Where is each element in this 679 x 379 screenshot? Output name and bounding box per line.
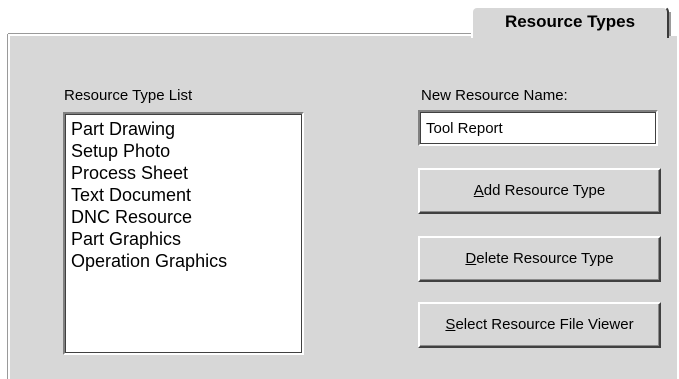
viewer-mnemonic: S [445, 316, 456, 333]
list-item[interactable]: Text Document [71, 184, 302, 206]
delete-label-rest: elete Resource Type [476, 250, 614, 267]
resource-type-items: Part Drawing Setup Photo Process Sheet Text… [65, 114, 302, 272]
resource-type-listbox[interactable]: Part Drawing Setup Photo Process Sheet Text… [63, 112, 304, 355]
add-mnemonic: A [473, 182, 484, 199]
new-resource-name-input[interactable] [418, 110, 658, 146]
delete-mnemonic: D [465, 250, 477, 267]
list-item[interactable]: Part Graphics [71, 228, 302, 250]
list-item[interactable]: Process Sheet [71, 162, 302, 184]
resource-types-dialog: Resource Types Resource Type List New Re… [0, 0, 679, 379]
tab-resource-types[interactable]: Resource Types [471, 6, 669, 38]
list-item[interactable]: Part Drawing [71, 118, 302, 140]
list-item[interactable]: Setup Photo [71, 140, 302, 162]
new-resource-name-label: New Resource Name: [421, 87, 568, 104]
select-resource-file-viewer-button[interactable]: Select Resource File Viewer [418, 302, 661, 348]
list-item[interactable]: DNC Resource [71, 206, 302, 228]
list-item[interactable]: Operation Graphics [71, 250, 302, 272]
add-label-rest: dd Resource Type [483, 182, 606, 199]
add-resource-type-button[interactable]: Add Resource Type [418, 168, 661, 214]
resource-type-list-label: Resource Type List [64, 87, 193, 104]
tab-shadow [669, 12, 671, 36]
viewer-label-rest: elect Resource File Viewer [455, 316, 634, 333]
delete-resource-type-button[interactable]: Delete Resource Type [418, 236, 661, 282]
